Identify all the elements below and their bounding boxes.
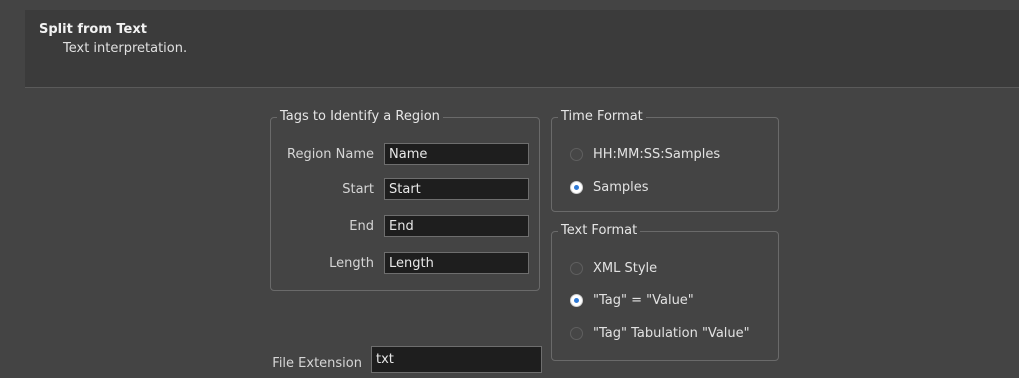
start-field[interactable] <box>384 178 529 200</box>
radio-button-selected[interactable] <box>570 181 583 194</box>
time-format-option-hhmmss[interactable]: HH:MM:SS:Samples <box>570 147 720 162</box>
radio-label: HH:MM:SS:Samples <box>593 147 721 162</box>
radio-label: "Tag" = "Value" <box>593 293 694 308</box>
radio-label: Samples <box>593 180 649 195</box>
length-field[interactable] <box>384 252 529 274</box>
region-name-field[interactable] <box>384 143 529 165</box>
start-label: Start <box>342 182 374 197</box>
page-subtitle: Text interpretation. <box>63 41 188 56</box>
end-field[interactable] <box>384 215 529 237</box>
page-title: Split from Text <box>39 22 147 37</box>
text-format-option-xml[interactable]: XML Style <box>570 261 657 276</box>
radio-button-selected[interactable] <box>570 294 583 307</box>
end-label: End <box>349 219 374 234</box>
time-format-group: Time Format <box>551 109 779 212</box>
length-label: Length <box>329 256 374 271</box>
text-format-legend: Text Format <box>558 223 641 239</box>
header-banner: Split from Text Text interpretation. <box>25 10 1019 88</box>
file-extension-label: File Extension <box>272 356 362 371</box>
tags-group-legend: Tags to Identify a Region <box>277 109 443 125</box>
time-format-legend: Time Format <box>558 109 646 125</box>
radio-button[interactable] <box>570 327 583 340</box>
radio-label: XML Style <box>593 261 658 276</box>
time-format-option-samples[interactable]: Samples <box>570 180 649 195</box>
radio-button[interactable] <box>570 262 583 275</box>
text-format-option-tag-equals[interactable]: "Tag" = "Value" <box>570 293 694 308</box>
region-name-label: Region Name <box>287 147 374 162</box>
text-format-option-tag-tab[interactable]: "Tag" Tabulation "Value" <box>570 326 750 341</box>
radio-button[interactable] <box>570 148 583 161</box>
radio-label: "Tag" Tabulation "Value" <box>593 326 750 341</box>
dialog-panel: Split from Text Text interpretation. Tag… <box>0 0 1019 378</box>
file-extension-field[interactable] <box>371 346 542 373</box>
